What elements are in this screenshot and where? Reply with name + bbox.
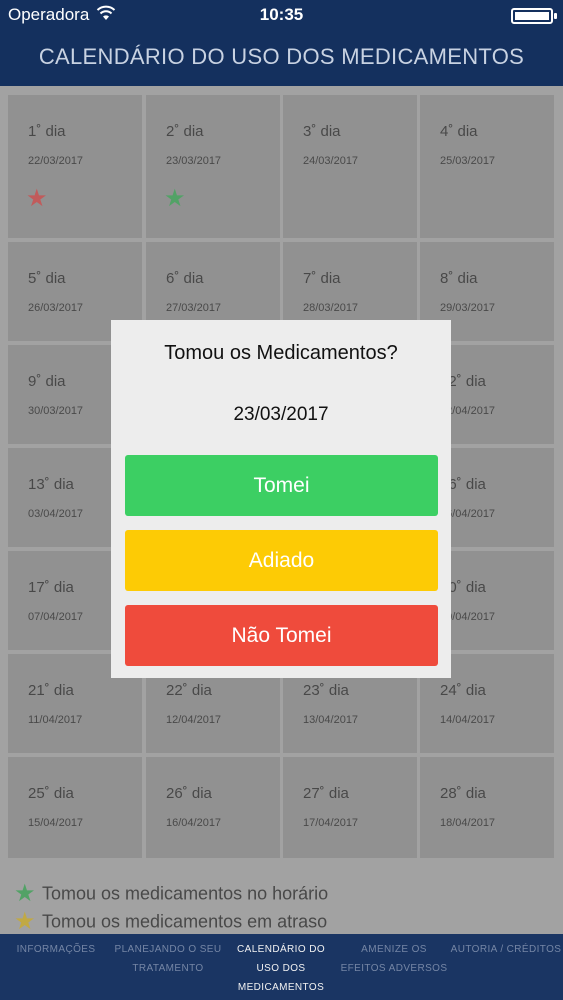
dialog-date: 23/03/2017 — [233, 404, 329, 425]
tab-label-line: MEDICAMENTOS — [237, 982, 325, 993]
tab-label-line: TRATAMENTO — [132, 963, 204, 974]
tab-3[interactable]: AMENIZE OS EFEITOS ADVERSOS — [338, 940, 450, 978]
tab-label-line: CALENDÁRIO DO — [237, 944, 325, 955]
did-not-take-button[interactable]: Não Tomei — [125, 605, 438, 666]
battery-icon — [511, 8, 557, 24]
tab-1[interactable]: PLANEJANDO O SEU TRATAMENTO — [112, 940, 224, 978]
dialog-title: Tomou os Medicamentos? — [164, 342, 398, 364]
medication-dialog: Tomou os Medicamentos? 23/03/2017 Tomei … — [111, 320, 451, 678]
tab-label-line: PLANEJANDO O SEU — [114, 944, 222, 955]
tab-label-line: EFEITOS ADVERSOS — [340, 963, 448, 974]
tab-label-line: AUTORIA / CRÉDITOS — [450, 944, 562, 955]
tab-2[interactable]: CALENDÁRIO DO USO DOS MEDICAMENTOS — [225, 940, 337, 997]
tab-label-line: USO DOS — [256, 963, 306, 974]
postponed-button[interactable]: Adiado — [125, 530, 438, 591]
app-header: CALENDÁRIO DO USO DOS MEDICAMENTOS — [0, 30, 563, 86]
tab-0[interactable]: INFORMAÇÕES — [0, 940, 112, 959]
took-button[interactable]: Tomei — [125, 455, 438, 516]
status-bar: Operadora 10:35 — [0, 0, 563, 30]
tab-bar: INFORMAÇÕES PLANEJANDO O SEU TRATAMENTO CAL… — [0, 934, 563, 1000]
clock: 10:35 — [259, 5, 304, 24]
page-title: CALENDÁRIO DO USO DOS MEDICAMENTOS — [38, 44, 525, 69]
tab-4[interactable]: AUTORIA / CRÉDITOS — [449, 940, 563, 959]
tab-label-line: INFORMAÇÕES — [16, 944, 96, 955]
tab-label-line: AMENIZE OS — [361, 944, 427, 955]
